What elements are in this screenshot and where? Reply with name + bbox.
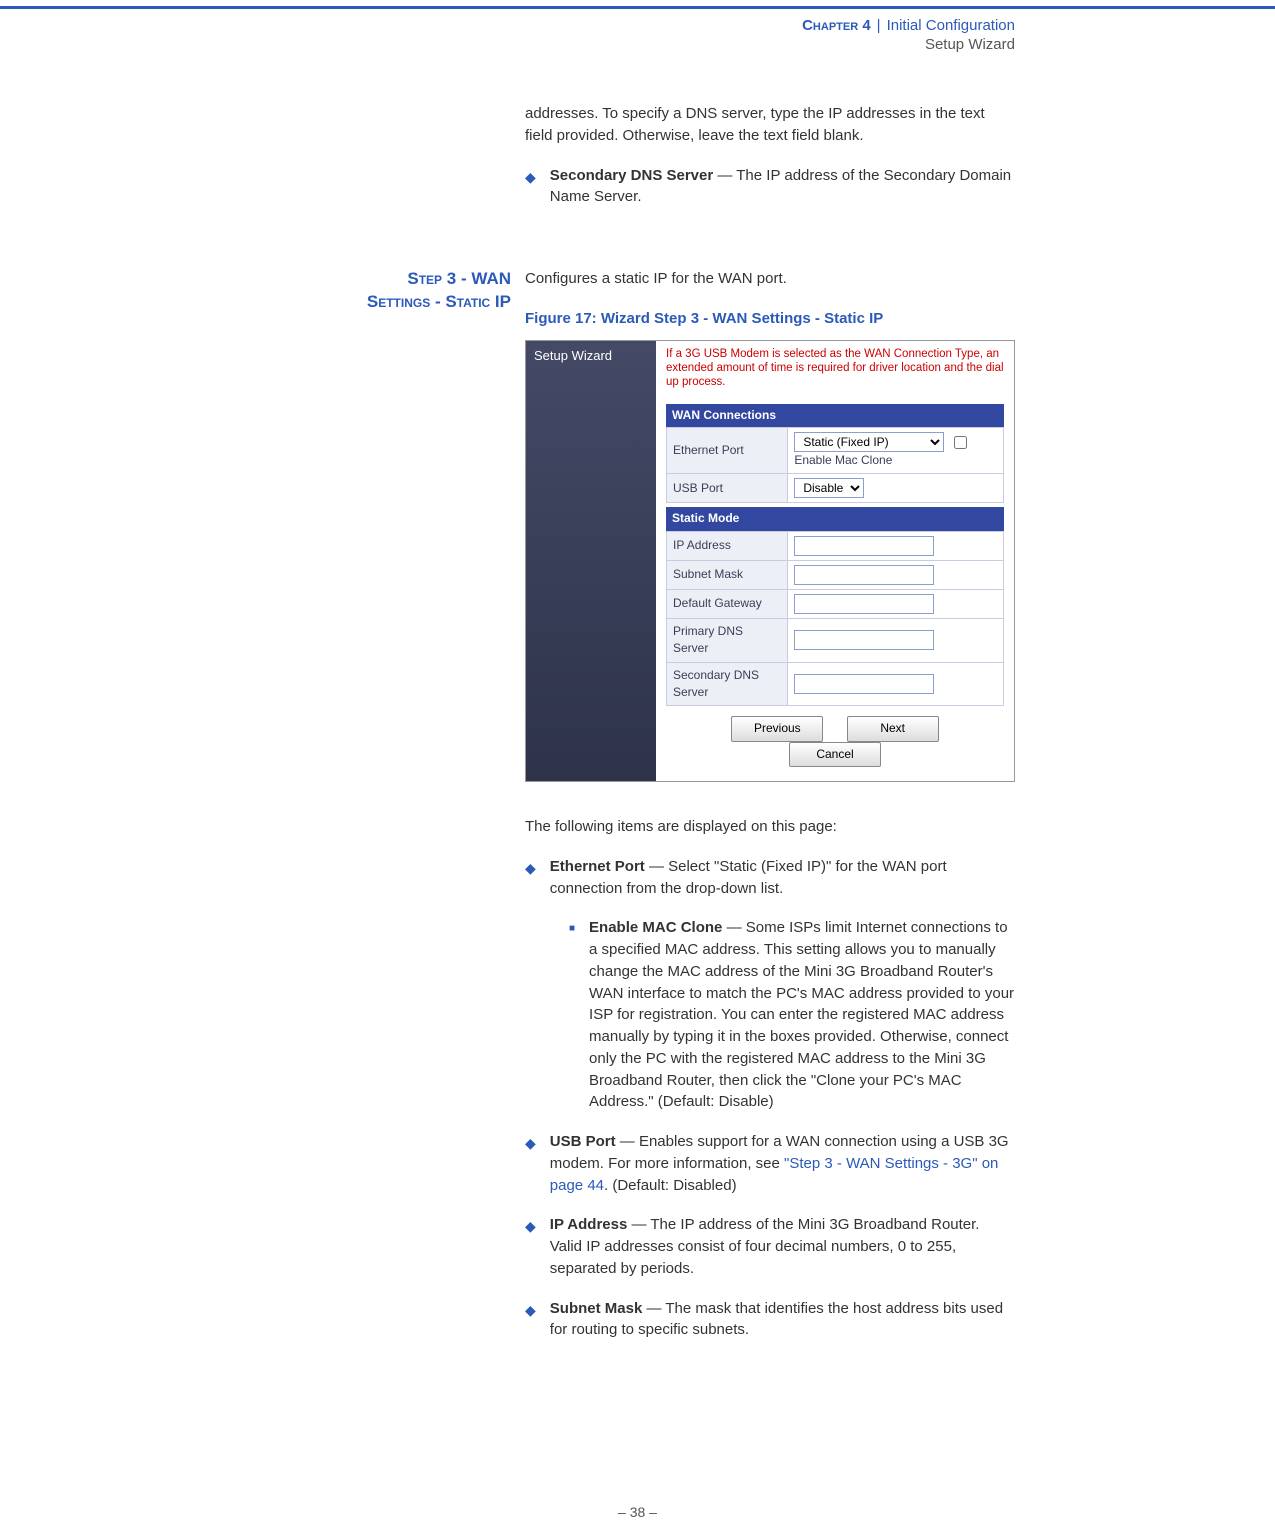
figure-screenshot: Setup Wizard If a 3G USB Modem is select… xyxy=(525,340,1015,783)
subnet-mask-input[interactable] xyxy=(794,565,934,585)
section-intro: Configures a static IP for the WAN port. xyxy=(525,268,1015,290)
sub-bullet-icon: ■ xyxy=(569,922,575,1113)
bullet-icon: ◆ xyxy=(525,167,536,209)
term: Subnet Mask xyxy=(550,1300,643,1317)
bullet-icon: ◆ xyxy=(525,1300,536,1342)
default-gateway-input[interactable] xyxy=(794,594,934,614)
wizard-warning: If a 3G USB Modem is selected as the WAN… xyxy=(666,347,1004,390)
chapter-title: Initial Configuration xyxy=(887,17,1015,34)
bullet-icon: ◆ xyxy=(525,1216,536,1279)
static-mode-table: IP Address Subnet Mask Default Gateway P… xyxy=(666,531,1004,707)
term-text-after: . (Default: Disabled) xyxy=(604,1177,737,1194)
wan-connections-header: WAN Connections xyxy=(666,404,1004,427)
term: IP Address xyxy=(550,1216,628,1233)
row-label-usb: USB Port xyxy=(667,474,788,503)
row-label-subnet: Subnet Mask xyxy=(667,560,788,589)
chapter-subtitle: Setup Wizard xyxy=(0,36,1275,53)
row-label-ip: IP Address xyxy=(667,531,788,560)
figure-caption: Figure 17: Wizard Step 3 - WAN Settings … xyxy=(525,308,1015,330)
page-number: – 38 – xyxy=(0,1504,1275,1520)
bullet-icon: ◆ xyxy=(525,1133,536,1196)
header-separator: | xyxy=(877,17,881,34)
primary-dns-input[interactable] xyxy=(794,630,934,650)
secondary-dns-input[interactable] xyxy=(794,674,934,694)
enable-mac-clone-checkbox[interactable] xyxy=(954,436,967,449)
paragraph-continuation: addresses. To specify a DNS server, type… xyxy=(525,103,1015,147)
row-label-gateway: Default Gateway xyxy=(667,589,788,618)
cancel-button[interactable]: Cancel xyxy=(789,742,881,767)
following-items-text: The following items are displayed on thi… xyxy=(525,816,1015,838)
row-label-pdns: Primary DNS Server xyxy=(667,618,788,662)
bullet-subnet-mask: Subnet Mask — The mask that identifies t… xyxy=(550,1298,1015,1342)
chapter-label: Chapter 4 xyxy=(802,17,871,34)
usb-port-select[interactable]: Disable xyxy=(794,478,864,498)
row-label-sdns: Secondary DNS Server xyxy=(667,662,788,706)
bullet-icon: ◆ xyxy=(525,858,536,900)
previous-button[interactable]: Previous xyxy=(731,716,823,741)
bullet-ip-address: IP Address — The IP address of the Mini … xyxy=(550,1214,1015,1279)
ip-address-input[interactable] xyxy=(794,536,934,556)
wizard-sidebar: Setup Wizard xyxy=(526,341,656,782)
term: Ethernet Port xyxy=(550,858,645,875)
static-mode-header: Static Mode xyxy=(666,507,1004,530)
bullet-secondary-dns: Secondary DNS Server — The IP address of… xyxy=(550,165,1015,209)
term-text: — Some ISPs limit Internet connections t… xyxy=(589,919,1014,1110)
wan-connections-table: Ethernet Port Static (Fixed IP) Enable M… xyxy=(666,427,1004,503)
bullet-ethernet-port: Ethernet Port — Select "Static (Fixed IP… xyxy=(550,856,1015,900)
term: USB Port xyxy=(550,1133,616,1150)
next-button[interactable]: Next xyxy=(847,716,939,741)
ethernet-port-select[interactable]: Static (Fixed IP) xyxy=(794,432,944,452)
sub-bullet-mac-clone: Enable MAC Clone — Some ISPs limit Inter… xyxy=(589,917,1015,1113)
bullet-usb-port: USB Port — Enables support for a WAN con… xyxy=(550,1131,1015,1196)
page-header: Chapter 4 | Initial Configuration xyxy=(0,9,1275,36)
row-label-ethernet: Ethernet Port xyxy=(667,428,788,474)
term: Enable MAC Clone xyxy=(589,919,722,936)
term: Secondary DNS Server xyxy=(550,167,713,184)
section-side-heading: Step 3 - WAN Settings - Static IP xyxy=(120,268,525,1341)
enable-mac-clone-label: Enable Mac Clone xyxy=(794,453,892,467)
